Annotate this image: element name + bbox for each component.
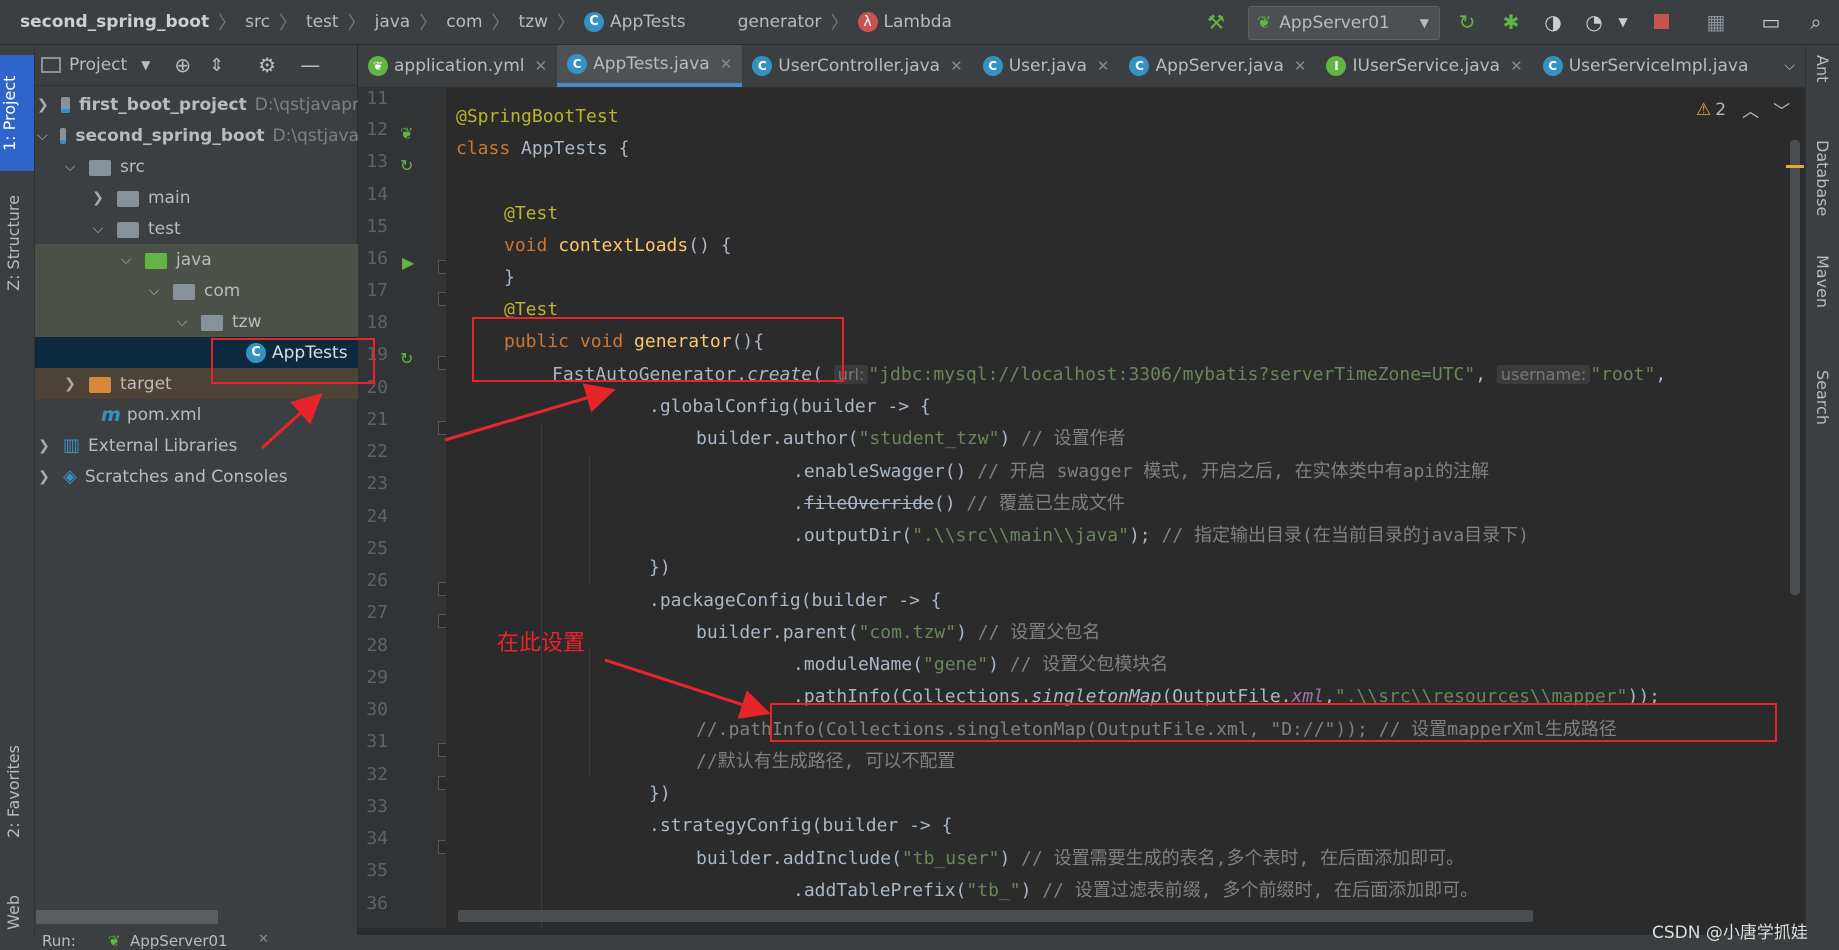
- warning-stripe-marker[interactable]: [1786, 165, 1804, 168]
- editor-vertical-scrollbar[interactable]: [1790, 140, 1800, 595]
- annotation-arrows: [260, 383, 771, 719]
- bottom-tool-bar: Run: ❦ AppServer01 ✕: [0, 935, 1839, 950]
- watermark: CSDN @小唐学抓娃: [1652, 923, 1808, 943]
- spring-icon: ❦: [108, 935, 121, 950]
- run-tab[interactable]: AppServer01: [130, 935, 228, 950]
- close-icon[interactable]: ✕: [258, 935, 269, 947]
- editor-horizontal-scrollbar[interactable]: [458, 910, 1533, 922]
- annotation-arrow: [444, 383, 616, 442]
- annotation-arrow: [604, 658, 771, 719]
- run-label: Run:: [42, 935, 76, 950]
- annotation-arrow: [260, 392, 323, 450]
- project-horizontal-scrollbar[interactable]: [36, 910, 218, 924]
